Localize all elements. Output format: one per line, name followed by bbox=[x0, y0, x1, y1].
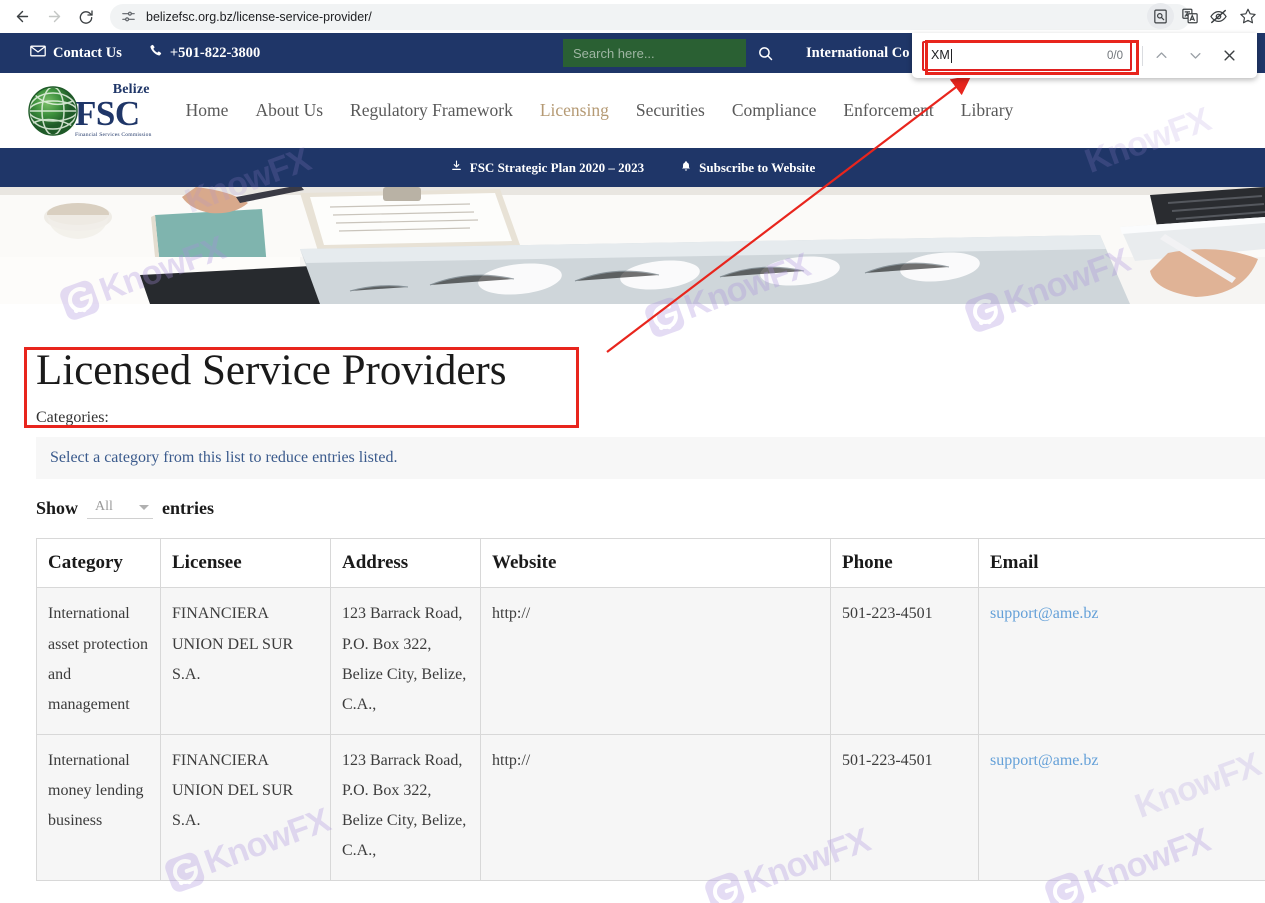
subscribe-link[interactable]: Subscribe to Website bbox=[680, 159, 815, 177]
download-icon bbox=[450, 159, 463, 176]
magnifier-icon[interactable] bbox=[750, 39, 780, 67]
column-header-category[interactable]: Category bbox=[36, 538, 161, 589]
licensed-providers-table: Category Licensee Address Website Phone … bbox=[36, 538, 1265, 882]
nav-item-licensing[interactable]: Licensing bbox=[540, 100, 609, 121]
hero-banner bbox=[0, 187, 1265, 304]
strategic-plan-label: FSC Strategic Plan 2020 – 2023 bbox=[469, 159, 645, 175]
nav-item-library[interactable]: Library bbox=[961, 100, 1013, 121]
phone-link[interactable]: +501-822-3800 bbox=[148, 43, 260, 63]
nav-item-securities[interactable]: Securities bbox=[636, 100, 705, 121]
cell-website: http:// bbox=[480, 587, 831, 735]
cell-website: http:// bbox=[480, 733, 831, 882]
phone-label: +501-822-3800 bbox=[169, 44, 261, 61]
browser-nav-buttons bbox=[0, 3, 100, 31]
cell-email: support@ame.bz bbox=[978, 587, 1265, 735]
cell-address: 123 Barrack Road, P.O. Box 322, Belize C… bbox=[330, 733, 481, 882]
find-divider bbox=[1142, 45, 1143, 66]
find-input-wrapper[interactable]: XM 0/0 bbox=[922, 40, 1132, 71]
translate-icon[interactable] bbox=[1176, 3, 1203, 29]
browser-toolbar: belizefsc.org.bz/license-service-provide… bbox=[0, 0, 1265, 33]
strategic-plan-link[interactable]: FSC Strategic Plan 2020 – 2023 bbox=[450, 159, 644, 176]
cell-phone: 501-223-4501 bbox=[830, 587, 979, 735]
show-entries-row: Show All entries bbox=[0, 498, 1265, 520]
email-link[interactable]: support@ame.bz bbox=[990, 605, 1098, 622]
nav-item-compliance[interactable]: Compliance bbox=[732, 100, 817, 121]
column-header-email[interactable]: Email bbox=[978, 538, 1265, 589]
cell-licensee: FINANCIERA UNION DEL SUR S.A. bbox=[160, 733, 331, 882]
find-in-page-icon[interactable] bbox=[1147, 3, 1174, 29]
table-row: International asset protection and manag… bbox=[36, 587, 1265, 735]
browser-extension-icons bbox=[1147, 3, 1261, 29]
back-arrow-icon[interactable] bbox=[8, 3, 36, 31]
cell-email: support@ame.bz bbox=[978, 733, 1265, 882]
cell-category: International money lending business bbox=[36, 733, 161, 882]
search-input[interactable] bbox=[563, 39, 746, 67]
nav-item-about-us[interactable]: About Us bbox=[255, 100, 323, 121]
category-filter-text: Select a category from this list to redu… bbox=[50, 449, 398, 467]
main-navigation: Home About Us Regulatory Framework Licen… bbox=[186, 100, 1014, 121]
entries-per-page-select[interactable]: All bbox=[87, 498, 154, 520]
column-header-address[interactable]: Address bbox=[330, 538, 481, 589]
bookmark-star-icon[interactable] bbox=[1234, 3, 1261, 29]
entries-per-page-value: All bbox=[95, 499, 113, 515]
page-title: Licensed Service Providers bbox=[36, 347, 507, 394]
bell-icon bbox=[680, 159, 692, 177]
envelope-icon bbox=[30, 45, 46, 62]
cell-licensee: FINANCIERA UNION DEL SUR S.A. bbox=[160, 587, 331, 735]
nav-item-home[interactable]: Home bbox=[186, 100, 229, 121]
column-header-phone[interactable]: Phone bbox=[830, 538, 979, 589]
phone-icon bbox=[148, 43, 163, 63]
chevron-down-icon[interactable] bbox=[1180, 40, 1211, 71]
hero-desk-photo bbox=[0, 187, 1265, 304]
table-header-row: Category Licensee Address Website Phone … bbox=[36, 538, 1265, 589]
contact-us-link[interactable]: Contact Us bbox=[30, 45, 122, 62]
licensed-providers-table-wrap: Category Licensee Address Website Phone … bbox=[36, 538, 1265, 882]
site-header: Belize FSC Financial Services Commission… bbox=[0, 73, 1265, 148]
logo-fsc-text: FSC bbox=[75, 94, 140, 134]
nav-item-regulatory-framework[interactable]: Regulatory Framework bbox=[350, 100, 513, 121]
url-text: belizefsc.org.bz/license-service-provide… bbox=[146, 9, 372, 24]
site-settings-icon[interactable] bbox=[120, 8, 137, 25]
subscribe-label: Subscribe to Website bbox=[699, 159, 816, 175]
contact-us-label: Contact Us bbox=[53, 44, 122, 61]
chevron-down-icon bbox=[139, 504, 150, 510]
column-header-website[interactable]: Website bbox=[480, 538, 831, 589]
site-announcement-bar: FSC Strategic Plan 2020 – 2023 Subscribe… bbox=[0, 148, 1265, 187]
nav-item-enforcement[interactable]: Enforcement bbox=[843, 100, 933, 121]
email-link[interactable]: support@ame.bz bbox=[990, 752, 1098, 769]
address-bar[interactable]: belizefsc.org.bz/license-service-provide… bbox=[110, 3, 1190, 30]
categories-label: Categories: bbox=[36, 409, 109, 427]
reload-icon[interactable] bbox=[72, 3, 100, 31]
column-header-licensee[interactable]: Licensee bbox=[160, 538, 331, 589]
logo-subtitle: Financial Services Commission bbox=[75, 131, 152, 138]
globe-logo-icon bbox=[25, 83, 81, 139]
site-logo[interactable]: Belize FSC Financial Services Commission bbox=[0, 83, 152, 139]
chevron-up-icon[interactable] bbox=[1146, 40, 1177, 71]
cell-address: 123 Barrack Road, P.O. Box 322, Belize C… bbox=[330, 587, 481, 735]
browser-find-bar: XM 0/0 bbox=[912, 33, 1257, 78]
show-suffix-label: entries bbox=[162, 498, 215, 519]
find-match-count: 0/0 bbox=[1107, 49, 1123, 62]
close-x-icon[interactable] bbox=[1214, 40, 1245, 71]
site-search-box[interactable] bbox=[563, 39, 746, 67]
page-content: Licensed Service Providers Categories: S… bbox=[0, 304, 1265, 882]
hide-password-icon[interactable] bbox=[1205, 3, 1232, 29]
show-prefix-label: Show bbox=[36, 498, 79, 519]
cell-category: International asset protection and manag… bbox=[36, 587, 161, 735]
table-row: International money lending business FIN… bbox=[36, 733, 1265, 882]
find-input[interactable]: XM bbox=[931, 48, 1101, 63]
forward-arrow-icon[interactable] bbox=[40, 3, 68, 31]
category-filter-select[interactable]: Select a category from this list to redu… bbox=[36, 437, 1265, 480]
cell-phone: 501-223-4501 bbox=[830, 733, 979, 882]
